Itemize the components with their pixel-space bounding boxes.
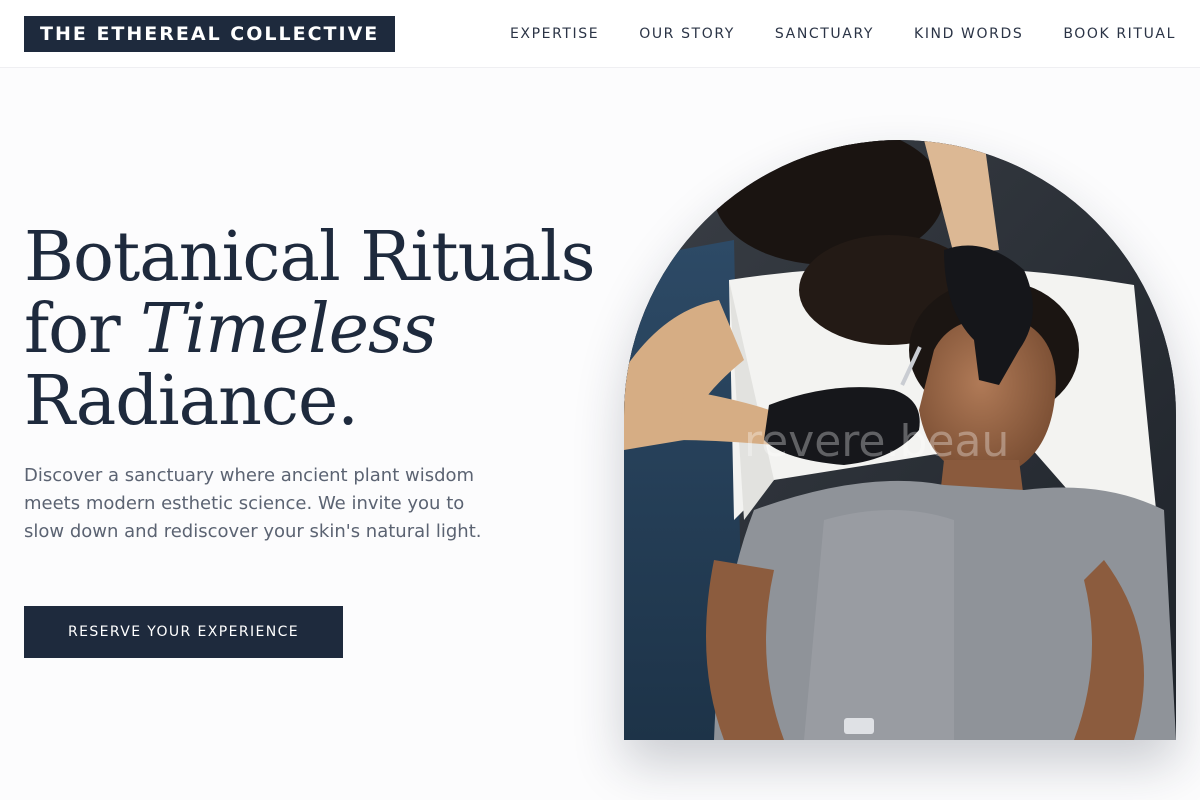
nav-link-sanctuary[interactable]: SANCTUARY xyxy=(775,26,874,42)
headline-line-1: Botanical Rituals xyxy=(24,218,596,297)
main-nav: EXPERTISE OUR STORY SANCTUARY KIND WORDS… xyxy=(510,0,1176,68)
brand-logo[interactable]: THE ETHEREAL COLLECTIVE xyxy=(24,16,396,52)
site-header: THE ETHEREAL COLLECTIVE EXPERTISE OUR ST… xyxy=(0,0,1200,68)
nav-link-book-ritual[interactable]: BOOK RITUAL xyxy=(1063,26,1176,42)
headline-emphasis: Timeless xyxy=(140,290,437,369)
nav-link-our-story[interactable]: OUR STORY xyxy=(639,26,735,42)
hero-lead-paragraph: Discover a sanctuary where ancient plant… xyxy=(24,465,482,542)
hero-headline: Botanical Rituals for Timeless Radiance. xyxy=(24,222,604,438)
reserve-experience-button[interactable]: RESERVE YOUR EXPERIENCE xyxy=(24,606,343,658)
image-watermark: revere.beau xyxy=(744,416,1010,467)
headline-line-3: Radiance. xyxy=(24,362,359,441)
nav-link-expertise[interactable]: EXPERTISE xyxy=(510,26,599,42)
headline-line-2-prefix: for xyxy=(24,290,141,369)
hero-image: revere.beau xyxy=(624,140,1176,740)
nav-link-kind-words[interactable]: KIND WORDS xyxy=(914,26,1023,42)
